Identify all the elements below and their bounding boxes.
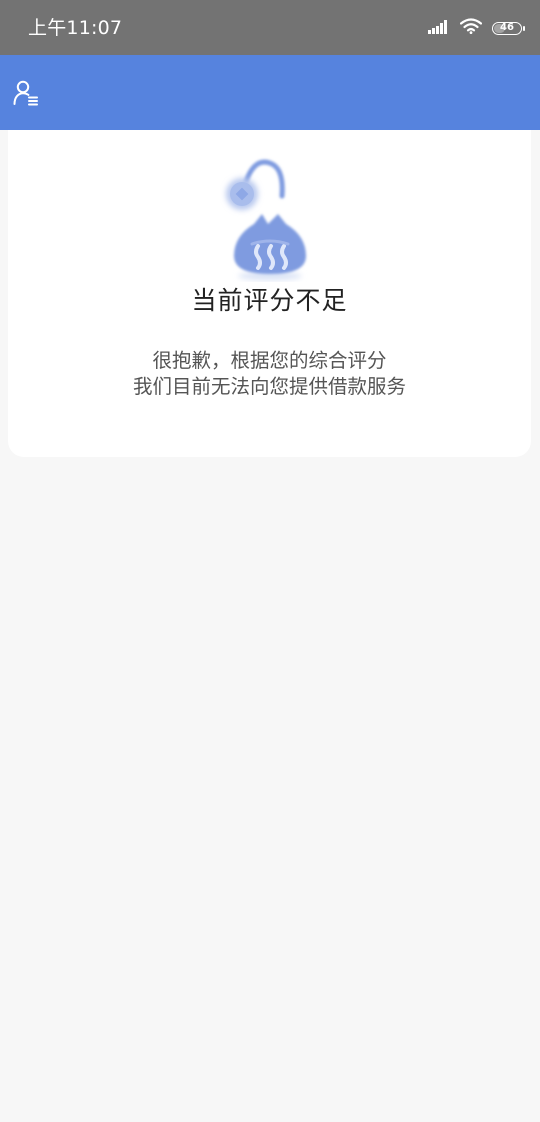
result-message-line-1: 很抱歉，根据您的综合评分	[152, 349, 387, 372]
battery-tip	[523, 25, 525, 31]
user-menu-icon	[12, 79, 40, 111]
empty-money-bag-illustration	[220, 152, 320, 282]
status-icons: 46	[428, 16, 525, 40]
result-title: 当前评分不足	[191, 286, 348, 315]
result-message: 很抱歉，根据您的综合评分 我们目前无法向您提供借款服务	[8, 348, 531, 400]
battery-level: 46	[500, 22, 514, 33]
status-time: 上午11:07	[28, 17, 123, 39]
app-bar	[0, 55, 540, 130]
result-message-line-2: 我们目前无法向您提供借款服务	[132, 375, 406, 398]
signal-icon	[428, 19, 450, 38]
wifi-icon	[459, 18, 483, 38]
result-card: 当前评分不足 很抱歉，根据您的综合评分 我们目前无法向您提供借款服务	[8, 130, 531, 457]
user-menu-button[interactable]	[10, 79, 42, 111]
status-bar: 上午11:07 46	[0, 0, 540, 55]
battery-icon: 46	[492, 21, 525, 35]
